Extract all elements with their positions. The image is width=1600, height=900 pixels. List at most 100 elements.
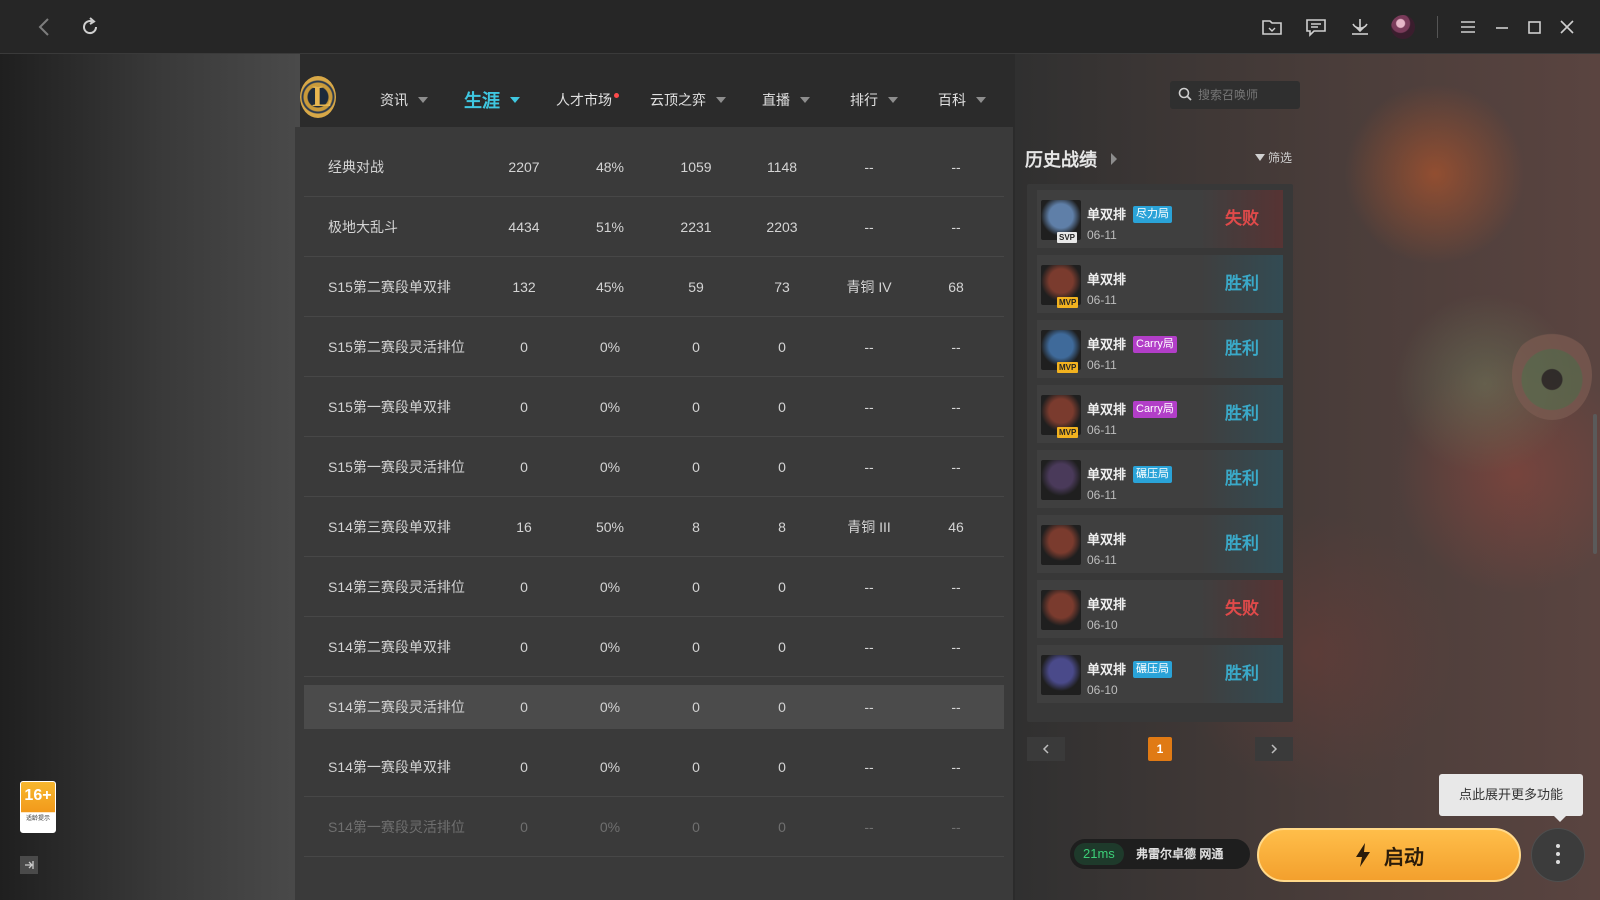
user-avatar[interactable]: [1391, 15, 1415, 39]
match-mode: 单双排: [1087, 337, 1127, 352]
refresh-button[interactable]: [77, 14, 103, 40]
match-card[interactable]: 单双排 碾压局 06-11 胜利: [1037, 450, 1283, 508]
cell-rank: 青铜 IV: [846, 279, 892, 295]
match-mode: 单双排: [1087, 272, 1127, 287]
collapse-sidebar-button[interactable]: [20, 856, 38, 874]
table-row[interactable]: S14第二赛段单双排 0 0% 0 0 -- --: [304, 617, 1004, 677]
cell-wins: 0: [692, 459, 700, 475]
launch-button[interactable]: 启动: [1257, 828, 1521, 882]
cell-wins: 0: [692, 759, 700, 775]
page-number[interactable]: 1: [1148, 737, 1172, 761]
table-row[interactable]: S15第二赛段单双排 132 45% 59 73 青铜 IV 68: [304, 257, 1004, 317]
cell-points: --: [951, 339, 961, 355]
cell-wins: 2231: [680, 219, 712, 235]
title-bar: [0, 0, 1600, 54]
nav-item[interactable]: 资讯: [380, 90, 428, 110]
search-input[interactable]: [1198, 81, 1298, 109]
cell-wins: 8: [692, 519, 700, 535]
cell-losses: 0: [778, 819, 786, 835]
match-card[interactable]: MVP 单双排 Carry局 06-11 胜利: [1037, 385, 1283, 443]
table-row[interactable]: S15第二赛段灵活排位 0 0% 0 0 -- --: [304, 317, 1004, 377]
age-rating-number: 16+: [24, 787, 52, 804]
nav-item-label: 直播: [762, 92, 790, 108]
cell-losses: 0: [778, 459, 786, 475]
game-logo[interactable]: L: [300, 76, 336, 118]
nav-item[interactable]: 生涯: [464, 87, 520, 113]
table-row[interactable]: 极地大乱斗 4434 51% 2231 2203 -- --: [304, 197, 1004, 257]
download-icon: [1352, 19, 1368, 35]
more-options-button[interactable]: [1531, 828, 1585, 882]
message-icon: [1306, 19, 1326, 37]
table-row[interactable]: 经典对战 2207 48% 1059 1148 -- --: [304, 137, 1004, 197]
titlebar-divider: [1437, 16, 1438, 38]
match-card[interactable]: 单双排 06-10 失败: [1037, 580, 1283, 638]
filter-icon: [1255, 154, 1265, 161]
prev-page-button[interactable]: [1027, 737, 1065, 761]
menu-button[interactable]: [1456, 15, 1480, 39]
match-history-title[interactable]: 历史战绩: [1025, 146, 1097, 172]
match-history-list: SVP 单双排 尽力局 06-11 失败 MVP 单双排 06-11 胜利 MVP 单双排 Carry…: [1027, 184, 1293, 722]
message-button[interactable]: [1304, 15, 1328, 39]
cell-losses: 0: [778, 399, 786, 415]
scrollbar[interactable]: [1593, 414, 1597, 554]
chevron-down-icon: [800, 97, 810, 103]
nav-item[interactable]: 人才市场: [556, 90, 619, 110]
maximize-button[interactable]: [1522, 15, 1546, 39]
champion-portrait: [1041, 655, 1081, 695]
cell-winrate: 0%: [599, 699, 621, 715]
match-result: 失败: [1201, 580, 1283, 638]
table-row[interactable]: S14第二赛段灵活排位 0 0% 0 0 -- --: [304, 685, 1004, 729]
match-date: 06-10: [1087, 618, 1118, 632]
match-result: 胜利: [1201, 645, 1283, 703]
nav-item[interactable]: 排行: [850, 90, 898, 110]
table-row[interactable]: S14第一赛段灵活排位 0 0% 0 0 -- --: [304, 797, 1004, 857]
nav-item[interactable]: 百科: [938, 90, 986, 110]
hamburger-menu-icon: [1461, 21, 1475, 33]
match-date: 06-11: [1087, 228, 1117, 242]
nav-item[interactable]: 云顶之弈: [650, 90, 726, 110]
cell-total: 16: [516, 519, 532, 535]
champion-portrait: [1041, 590, 1081, 630]
filter-button[interactable]: 筛选: [1255, 149, 1292, 166]
table-row[interactable]: S15第一赛段单双排 0 0% 0 0 -- --: [304, 377, 1004, 437]
match-date: 06-10: [1087, 683, 1118, 697]
folder-button[interactable]: [1260, 15, 1284, 39]
cell-total: 4434: [508, 219, 540, 235]
cell-wins: 0: [692, 399, 700, 415]
career-stats-table: 经典对战 2207 48% 1059 1148 -- -- 极地大乱斗 4434 51% 2231 2…: [295, 127, 1013, 900]
summoner-search[interactable]: [1170, 81, 1300, 109]
match-mode: 单双排: [1087, 467, 1127, 482]
nav-item-label: 云顶之弈: [650, 92, 706, 108]
match-tag: Carry局: [1133, 336, 1177, 353]
table-row[interactable]: S14第三赛段灵活排位 0 0% 0 0 -- --: [304, 557, 1004, 617]
match-mode: 单双排: [1087, 402, 1127, 417]
back-button[interactable]: [32, 14, 58, 40]
match-tag: 碾压局: [1133, 661, 1172, 678]
table-row[interactable]: S14第一赛段单双排 0 0% 0 0 -- --: [304, 737, 1004, 797]
cell-total: 0: [520, 639, 528, 655]
table-row[interactable]: S14第三赛段单双排 16 50% 8 8 青铜 III 46: [304, 497, 1004, 557]
close-button[interactable]: [1555, 15, 1579, 39]
match-card[interactable]: 单双排 06-11 胜利: [1037, 515, 1283, 573]
nav-item[interactable]: 直播: [762, 90, 810, 110]
match-card[interactable]: MVP 单双排 Carry局 06-11 胜利: [1037, 320, 1283, 378]
match-card[interactable]: 单双排 碾压局 06-10 胜利: [1037, 645, 1283, 703]
next-page-button[interactable]: [1255, 737, 1293, 761]
cell-total: 0: [520, 459, 528, 475]
cell-points: --: [951, 579, 961, 595]
chevron-right-icon[interactable]: [1111, 153, 1117, 165]
age-rating-badge: 16+ 适龄提示: [20, 781, 56, 833]
match-card[interactable]: MVP 单双排 06-11 胜利: [1037, 255, 1283, 313]
lightning-icon: [1356, 843, 1370, 867]
minimize-button[interactable]: [1490, 15, 1514, 39]
download-button[interactable]: [1348, 15, 1372, 39]
cell-rank: --: [864, 639, 874, 655]
table-row[interactable]: S15第一赛段灵活排位 0 0% 0 0 -- --: [304, 437, 1004, 497]
cell-wins: 0: [692, 819, 700, 835]
server-status[interactable]: 21ms 弗雷尔卓德 网通: [1070, 839, 1250, 869]
cell-points: --: [951, 159, 961, 175]
maximize-icon: [1528, 21, 1541, 34]
match-result: 失败: [1201, 190, 1283, 248]
match-card[interactable]: SVP 单双排 尽力局 06-11 失败: [1037, 190, 1283, 248]
main-nav: L 资讯 生涯 人才市场 云顶之弈 直播 排行 百科: [294, 70, 1300, 128]
